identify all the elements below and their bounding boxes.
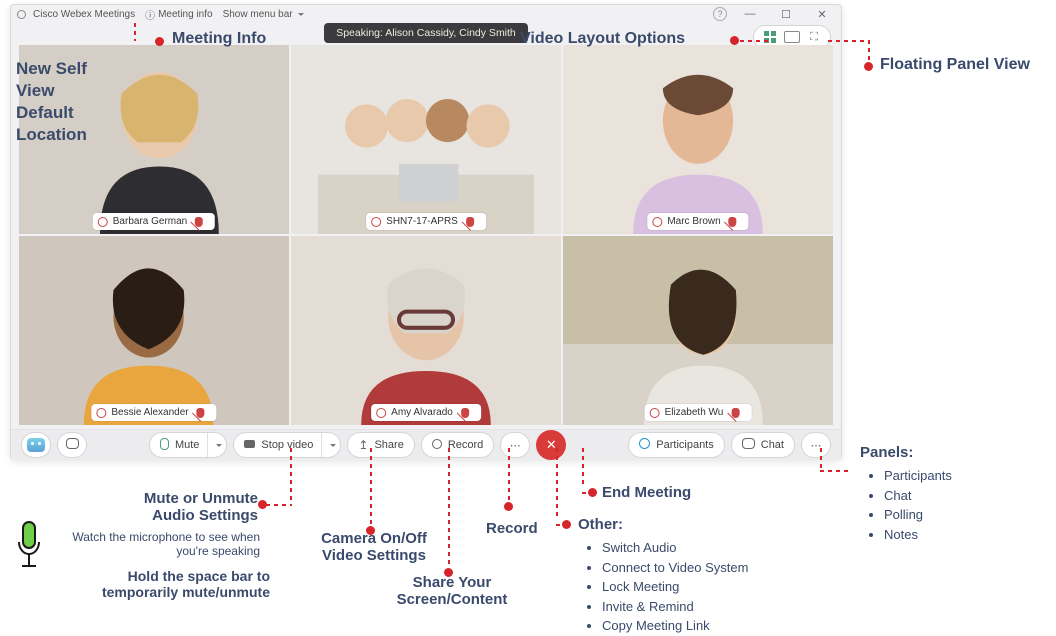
muted-icon (729, 217, 737, 227)
annotation-other-list: Switch Audio Connect to Video System Loc… (584, 538, 748, 636)
mute-caret[interactable] (207, 433, 222, 457)
layout-pip-icon[interactable] (784, 29, 800, 45)
annotation-line (582, 448, 584, 488)
annotation-mute: Mute or Unmute Audio Settings (108, 490, 258, 524)
stop-video-button[interactable]: Stop video (233, 432, 341, 458)
annotation-panels-list: Participants Chat Polling Notes (866, 466, 952, 544)
app-title: Cisco Webex Meetings (17, 9, 135, 20)
participants-button[interactable]: Participants (628, 432, 724, 458)
video-tile[interactable]: Marc Brown (563, 45, 833, 234)
annotation-mute-sub2: Hold the space bar to temporarily mute/u… (50, 568, 270, 600)
annotation-video-layout: Video Layout Options (520, 30, 685, 48)
close-button[interactable]: ✕ (809, 5, 835, 23)
annotation-end: End Meeting (602, 484, 691, 501)
video-caret[interactable] (321, 433, 336, 457)
annotation-line (820, 470, 850, 472)
maximize-button[interactable]: ☐ (773, 5, 799, 23)
video-grid: Barbara German SHN7-17-APRS Marc Brown B… (11, 43, 841, 429)
nameplate: Barbara German (93, 213, 215, 230)
annotation-line (448, 448, 450, 568)
annotation-dot (504, 502, 513, 511)
layout-grid-icon[interactable] (762, 29, 778, 45)
share-button[interactable]: Share (347, 432, 414, 458)
annotation-mute-sub1: Watch the microphone to see when you're … (70, 530, 260, 558)
muted-icon (197, 408, 205, 418)
annotation-line (370, 448, 372, 526)
annotation-line (134, 23, 136, 41)
bot-icon (27, 438, 45, 452)
annotation-dot (864, 62, 873, 71)
muted-icon (461, 408, 469, 418)
caption-icon (66, 438, 79, 452)
chat-button[interactable]: Chat (731, 432, 795, 458)
annotation-line (740, 40, 770, 42)
end-meeting-button[interactable]: ✕ (536, 430, 566, 460)
dots-icon (510, 439, 521, 452)
annotation-camera: Camera On/Off Video Settings (316, 530, 432, 564)
nameplate: SHN7-17-APRS (366, 213, 486, 230)
selfview-annotation: New Self View Default Location (16, 58, 87, 146)
people-icon (639, 438, 650, 452)
more-options-button[interactable] (500, 432, 530, 458)
annotation-line (556, 448, 558, 520)
mic-icon (160, 438, 169, 453)
camera-icon (244, 439, 255, 451)
annotation-line (582, 492, 594, 494)
annotation-line (290, 448, 292, 502)
titlebar: Cisco Webex Meetings ⓘ Meeting info Show… (11, 5, 841, 23)
nameplate: Marc Brown (647, 213, 748, 230)
speaking-banner: Speaking: Alison Cassidy, Cindy Smith (324, 23, 528, 43)
help-icon[interactable]: ? (713, 7, 727, 21)
meeting-info-menu[interactable]: ⓘ Meeting info (145, 7, 212, 22)
bottom-bar: Mute Stop video Share Record ✕ Participa… (11, 429, 841, 460)
share-icon (358, 438, 368, 452)
nameplate: Elizabeth Wu (645, 404, 752, 421)
panels-more-button[interactable] (801, 432, 831, 458)
nameplate: Amy Alvarado (371, 404, 481, 421)
video-tile[interactable]: Elizabeth Wu (563, 236, 833, 425)
annotation-share: Share Your Screen/Content (390, 574, 514, 608)
chat-icon (742, 438, 755, 452)
annotation-line (556, 524, 568, 526)
video-tile[interactable]: Amy Alvarado (291, 236, 561, 425)
annotation-line (868, 40, 870, 64)
layout-fullscreen-icon[interactable] (806, 29, 822, 45)
record-button[interactable]: Record (421, 432, 494, 458)
video-tile[interactable]: SHN7-17-APRS (291, 45, 561, 234)
nameplate: Bessie Alexander (91, 404, 216, 421)
muted-icon (731, 408, 739, 418)
annotation-line (266, 504, 292, 506)
assistant-button[interactable] (21, 432, 51, 458)
muted-icon (466, 217, 474, 227)
captions-button[interactable] (57, 432, 87, 458)
annotation-other-heading: Other: (578, 516, 623, 533)
annotation-line (828, 40, 868, 42)
record-icon (432, 439, 442, 452)
annotation-meeting-info: Meeting Info (172, 30, 266, 48)
muted-icon (195, 217, 203, 227)
webex-window: Cisco Webex Meetings ⓘ Meeting info Show… (10, 4, 842, 460)
annotation-panels-heading: Panels: (860, 444, 913, 461)
annotation-line (508, 448, 510, 502)
annotation-floating-panel: Floating Panel View (880, 56, 1030, 74)
minimize-button[interactable]: — (737, 5, 763, 23)
annotation-line (820, 448, 822, 470)
big-mic-icon (14, 520, 44, 579)
mute-button[interactable]: Mute (149, 432, 227, 458)
annotation-dot (155, 37, 164, 46)
video-tile[interactable]: Bessie Alexander (19, 236, 289, 425)
annotation-dot (730, 36, 739, 45)
annotation-record: Record (486, 520, 538, 537)
show-menu-bar[interactable]: Show menu bar (223, 9, 304, 20)
